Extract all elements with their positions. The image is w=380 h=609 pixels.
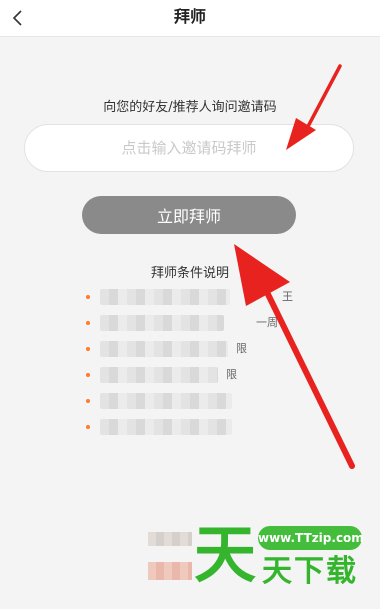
redacted-text	[100, 341, 228, 357]
rule-item: 限	[86, 362, 306, 388]
rule-item: 限	[86, 336, 306, 362]
rule-text-fragment: 一周	[256, 316, 278, 329]
rule-item	[86, 388, 306, 414]
redacted-text	[100, 419, 232, 435]
bullet-dot	[86, 321, 90, 325]
watermark-text: 天下载	[262, 554, 358, 589]
watermark-logo-char: 天	[194, 518, 257, 591]
rule-item	[86, 414, 306, 440]
redacted-text	[100, 289, 230, 305]
redacted-text	[100, 367, 218, 383]
invite-code-input[interactable]	[24, 124, 354, 172]
rule-item: 一周	[86, 310, 306, 336]
bullet-dot	[86, 425, 90, 429]
redacted-footer	[148, 532, 192, 546]
rule-text-fragment: 限	[236, 342, 247, 355]
rules-title: 拜师条件说明	[150, 266, 229, 281]
nav-bar: 拜师	[0, 0, 380, 37]
bullet-dot	[86, 295, 90, 299]
redacted-text	[100, 315, 224, 331]
rules-list: 王 一周 限 限	[86, 284, 306, 440]
redacted-footer	[148, 562, 192, 580]
watermark-site: www.TTzip.com	[258, 526, 364, 550]
bullet-dot	[86, 373, 90, 377]
bullet-dot	[86, 399, 90, 403]
rule-text-fragment: 王	[282, 290, 293, 303]
invite-prompt: 向您的好友/推荐人询问邀请码	[103, 100, 277, 115]
submit-apprentice-button[interactable]: 立即拜师	[82, 196, 296, 234]
page-title: 拜师	[173, 7, 206, 26]
rule-text-fragment: 限	[226, 368, 237, 381]
redacted-text	[100, 393, 232, 409]
rule-item: 王	[86, 284, 306, 310]
bullet-dot	[86, 347, 90, 351]
